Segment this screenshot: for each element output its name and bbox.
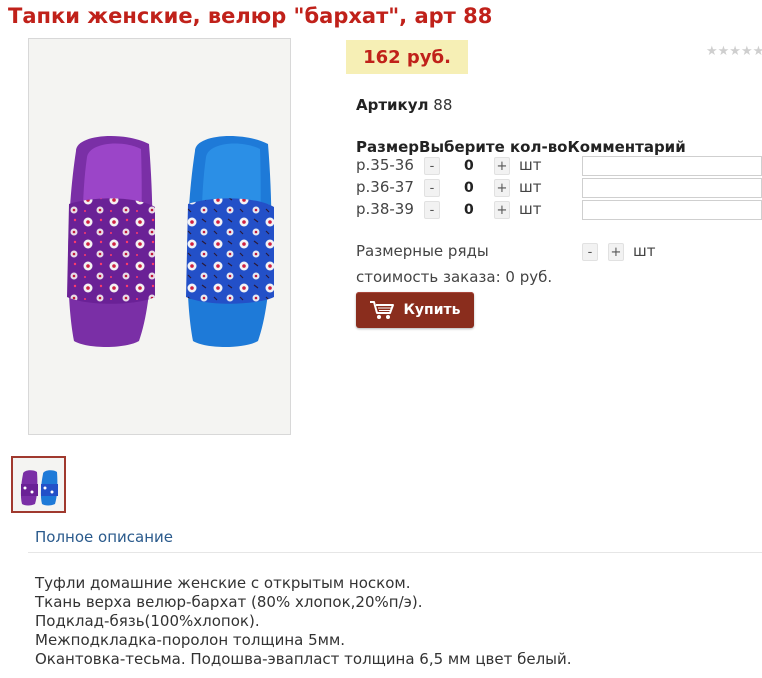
sku-label: Артикул bbox=[356, 96, 429, 114]
sku: Артикул 88 bbox=[356, 96, 452, 114]
size-row: р.36-37 - 0 + шт bbox=[356, 178, 762, 198]
product-description: Туфли домашние женские с открытым носком… bbox=[35, 574, 572, 669]
size-ranges-label: Размерные ряды bbox=[356, 242, 489, 260]
decrease-button[interactable]: - bbox=[424, 201, 440, 219]
tab-full-description[interactable]: Полное описание bbox=[35, 528, 173, 546]
quantity-value: 0 bbox=[464, 202, 474, 218]
unit-label: шт bbox=[519, 200, 542, 218]
divider bbox=[28, 552, 762, 553]
size-label: р.36-37 bbox=[356, 178, 414, 196]
decrease-button[interactable]: - bbox=[424, 157, 440, 175]
quantity-value: 0 bbox=[464, 180, 474, 196]
comment-input[interactable] bbox=[582, 178, 762, 198]
decrease-button[interactable]: - bbox=[424, 179, 440, 197]
size-row: р.38-39 - 0 + шт bbox=[356, 200, 762, 220]
unit-label: шт bbox=[519, 156, 542, 174]
slippers-thumbnail-image bbox=[20, 470, 58, 506]
ranges-decrease-button[interactable]: - bbox=[582, 243, 598, 261]
order-table-header: РазмерВыберите кол-воКомментарий bbox=[356, 138, 686, 156]
comment-input[interactable] bbox=[582, 156, 762, 176]
product-image[interactable] bbox=[28, 38, 291, 435]
ranges-increase-button[interactable]: + bbox=[608, 243, 624, 261]
increase-button[interactable]: + bbox=[494, 157, 510, 175]
size-row: р.35-36 - 0 + шт bbox=[356, 156, 762, 176]
increase-button[interactable]: + bbox=[494, 179, 510, 197]
product-thumbnail[interactable] bbox=[11, 456, 66, 513]
size-label: р.38-39 bbox=[356, 200, 414, 218]
description-line: Окантовка-тесьма. Подошва-эвапласт толщи… bbox=[35, 650, 572, 668]
buy-button[interactable]: Купить bbox=[356, 292, 474, 328]
sku-value: 88 bbox=[433, 96, 453, 114]
description-line: Ткань верха велюр-бархат (80% хлопок,20%… bbox=[35, 593, 423, 611]
description-line: Туфли домашние женские с открытым носком… bbox=[35, 574, 411, 592]
product-price: 162 руб. bbox=[346, 40, 468, 74]
comment-input[interactable] bbox=[582, 200, 762, 220]
order-cost: стоимость заказа: 0 руб. bbox=[356, 268, 553, 286]
cart-icon bbox=[370, 301, 395, 319]
product-title: Тапки женские, велюр "бархат", арт 88 bbox=[8, 4, 493, 28]
header-comment: Комментарий bbox=[567, 138, 686, 156]
rating-stars[interactable]: ★★★★★ bbox=[706, 44, 762, 59]
ranges-unit-label: шт bbox=[633, 242, 656, 260]
unit-label: шт bbox=[519, 178, 542, 196]
increase-button[interactable]: + bbox=[494, 201, 510, 219]
buy-button-label: Купить bbox=[403, 302, 461, 318]
description-line: Межподкладка-поролон толщина 5мм. bbox=[35, 631, 346, 649]
header-size: Размер bbox=[356, 138, 420, 156]
quantity-value: 0 bbox=[464, 158, 474, 174]
slippers-illustration bbox=[67, 135, 274, 347]
description-line: Подклад-бязь(100%хлопок). bbox=[35, 612, 260, 630]
size-label: р.35-36 bbox=[356, 156, 414, 174]
header-quantity: Выберите кол-во bbox=[419, 138, 568, 156]
size-ranges-row: Размерные ряды - + шт bbox=[356, 242, 762, 264]
